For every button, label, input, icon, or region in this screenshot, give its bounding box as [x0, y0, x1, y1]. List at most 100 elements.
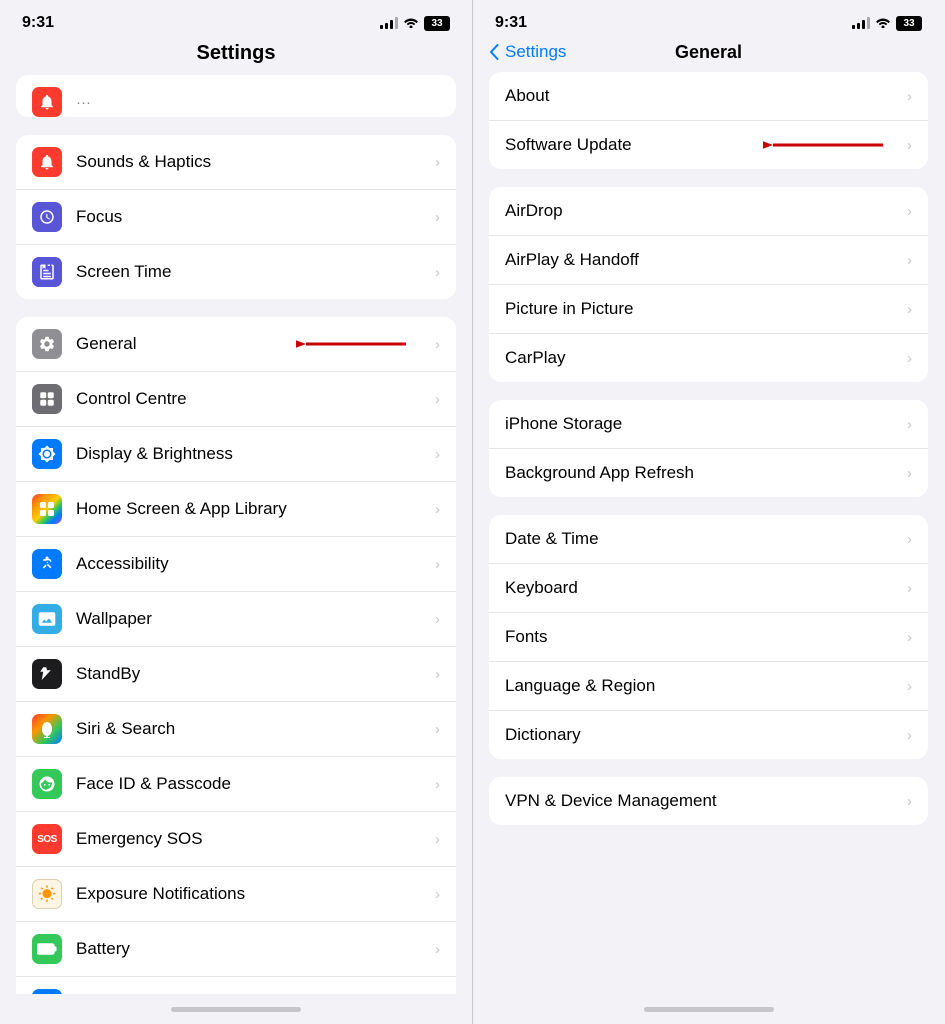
- row-airplay[interactable]: AirPlay & Handoff ›: [489, 236, 928, 285]
- row-background-refresh[interactable]: Background App Refresh ›: [489, 449, 928, 497]
- row-keyboard[interactable]: Keyboard ›: [489, 564, 928, 613]
- focus-label: Focus: [76, 207, 427, 227]
- back-button[interactable]: Settings: [489, 42, 566, 62]
- vpn-chevron: ›: [907, 793, 912, 810]
- row-standby[interactable]: StandBy ›: [16, 647, 456, 702]
- wifi-icon: [403, 16, 419, 31]
- vpn-label: VPN & Device Management: [505, 791, 907, 811]
- partial-row-item[interactable]: ···: [16, 75, 456, 117]
- row-faceid[interactable]: Face ID & Passcode ›: [16, 757, 456, 812]
- row-about[interactable]: About ›: [489, 72, 928, 121]
- row-sos[interactable]: SOS Emergency SOS ›: [16, 812, 456, 867]
- row-general[interactable]: General ›: [16, 317, 456, 372]
- exposure-chevron: ›: [435, 886, 440, 903]
- row-control-centre[interactable]: Control Centre ›: [16, 372, 456, 427]
- general-arrow-annotation: [296, 329, 416, 359]
- faceid-icon: [32, 769, 62, 799]
- right-group-5: VPN & Device Management ›: [489, 777, 928, 825]
- right-signal-icon: [852, 17, 870, 29]
- siri-icon: [32, 714, 62, 744]
- control-centre-icon: [32, 384, 62, 414]
- row-carplay[interactable]: CarPlay ›: [489, 334, 928, 382]
- accessibility-label: Accessibility: [76, 554, 427, 574]
- picture-chevron: ›: [907, 301, 912, 318]
- row-siri[interactable]: Siri & Search ›: [16, 702, 456, 757]
- row-accessibility[interactable]: Accessibility ›: [16, 537, 456, 592]
- row-dictionary[interactable]: Dictionary ›: [489, 711, 928, 759]
- right-home-bar: [644, 1007, 774, 1012]
- row-home-screen[interactable]: Home Screen & App Library ›: [16, 482, 456, 537]
- right-status-icons: 33: [852, 16, 922, 31]
- screen-time-label: Screen Time: [76, 262, 427, 282]
- display-icon: [32, 439, 62, 469]
- right-group-2: AirDrop › AirPlay & Handoff › Picture in…: [489, 187, 928, 382]
- row-exposure[interactable]: Exposure Notifications ›: [16, 867, 456, 922]
- airplay-label: AirPlay & Handoff: [505, 250, 907, 270]
- left-battery-icon: 33: [424, 16, 450, 31]
- fonts-label: Fonts: [505, 627, 907, 647]
- settings-group-2: General › Control Centre ›: [16, 317, 456, 994]
- row-screen-time[interactable]: Screen Time ›: [16, 245, 456, 299]
- screen-time-icon: [32, 257, 62, 287]
- dictionary-label: Dictionary: [505, 725, 907, 745]
- row-display[interactable]: Display & Brightness ›: [16, 427, 456, 482]
- right-group-4: Date & Time › Keyboard › Fonts › Languag…: [489, 515, 928, 759]
- date-time-label: Date & Time: [505, 529, 907, 549]
- row-vpn[interactable]: VPN & Device Management ›: [489, 777, 928, 825]
- partial-top-group: ···: [16, 75, 456, 117]
- software-update-arrow-annotation: [763, 130, 893, 160]
- left-status-icons: 33: [380, 16, 450, 31]
- exposure-label: Exposure Notifications: [76, 884, 427, 904]
- dictionary-chevron: ›: [907, 727, 912, 744]
- sos-chevron: ›: [435, 831, 440, 848]
- focus-chevron: ›: [435, 209, 440, 226]
- row-fonts[interactable]: Fonts ›: [489, 613, 928, 662]
- siri-chevron: ›: [435, 721, 440, 738]
- date-time-chevron: ›: [907, 531, 912, 548]
- general-icon: [32, 329, 62, 359]
- background-refresh-label: Background App Refresh: [505, 463, 907, 483]
- row-airdrop[interactable]: AirDrop ›: [489, 187, 928, 236]
- row-picture[interactable]: Picture in Picture ›: [489, 285, 928, 334]
- wallpaper-label: Wallpaper: [76, 609, 427, 629]
- row-focus[interactable]: Focus ›: [16, 190, 456, 245]
- carplay-label: CarPlay: [505, 348, 907, 368]
- left-scroll: ··· Sounds & Haptics › Focus ›: [0, 75, 472, 994]
- about-label: About: [505, 86, 907, 106]
- battery-icon: [32, 934, 62, 964]
- left-time: 9:31: [22, 14, 54, 32]
- row-language[interactable]: Language & Region ›: [489, 662, 928, 711]
- sos-icon: SOS: [32, 824, 62, 854]
- picture-label: Picture in Picture: [505, 299, 907, 319]
- software-update-chevron: ›: [907, 137, 912, 154]
- right-wifi-icon: [875, 16, 891, 31]
- right-group-3: iPhone Storage › Background App Refresh …: [489, 400, 928, 497]
- language-chevron: ›: [907, 678, 912, 695]
- language-label: Language & Region: [505, 676, 907, 696]
- row-sounds[interactable]: Sounds & Haptics ›: [16, 135, 456, 190]
- screen-time-chevron: ›: [435, 264, 440, 281]
- accessibility-icon: [32, 549, 62, 579]
- row-iphone-storage[interactable]: iPhone Storage ›: [489, 400, 928, 449]
- right-scroll: About › Software Update ›: [473, 72, 944, 994]
- right-home-indicator: [473, 994, 944, 1024]
- row-privacy[interactable]: Privacy & Security ›: [16, 977, 456, 994]
- display-label: Display & Brightness: [76, 444, 427, 464]
- row-software-update[interactable]: Software Update ›: [489, 121, 928, 169]
- standby-icon: [32, 659, 62, 689]
- accessibility-chevron: ›: [435, 556, 440, 573]
- home-screen-icon: [32, 494, 62, 524]
- wallpaper-icon: [32, 604, 62, 634]
- iphone-storage-label: iPhone Storage: [505, 414, 907, 434]
- faceid-chevron: ›: [435, 776, 440, 793]
- general-chevron: ›: [435, 336, 440, 353]
- keyboard-label: Keyboard: [505, 578, 907, 598]
- home-screen-chevron: ›: [435, 501, 440, 518]
- left-home-indicator: [0, 994, 472, 1024]
- iphone-storage-chevron: ›: [907, 416, 912, 433]
- row-date-time[interactable]: Date & Time ›: [489, 515, 928, 564]
- row-battery[interactable]: Battery ›: [16, 922, 456, 977]
- row-wallpaper[interactable]: Wallpaper ›: [16, 592, 456, 647]
- left-home-bar: [171, 1007, 301, 1012]
- back-label: Settings: [505, 42, 566, 62]
